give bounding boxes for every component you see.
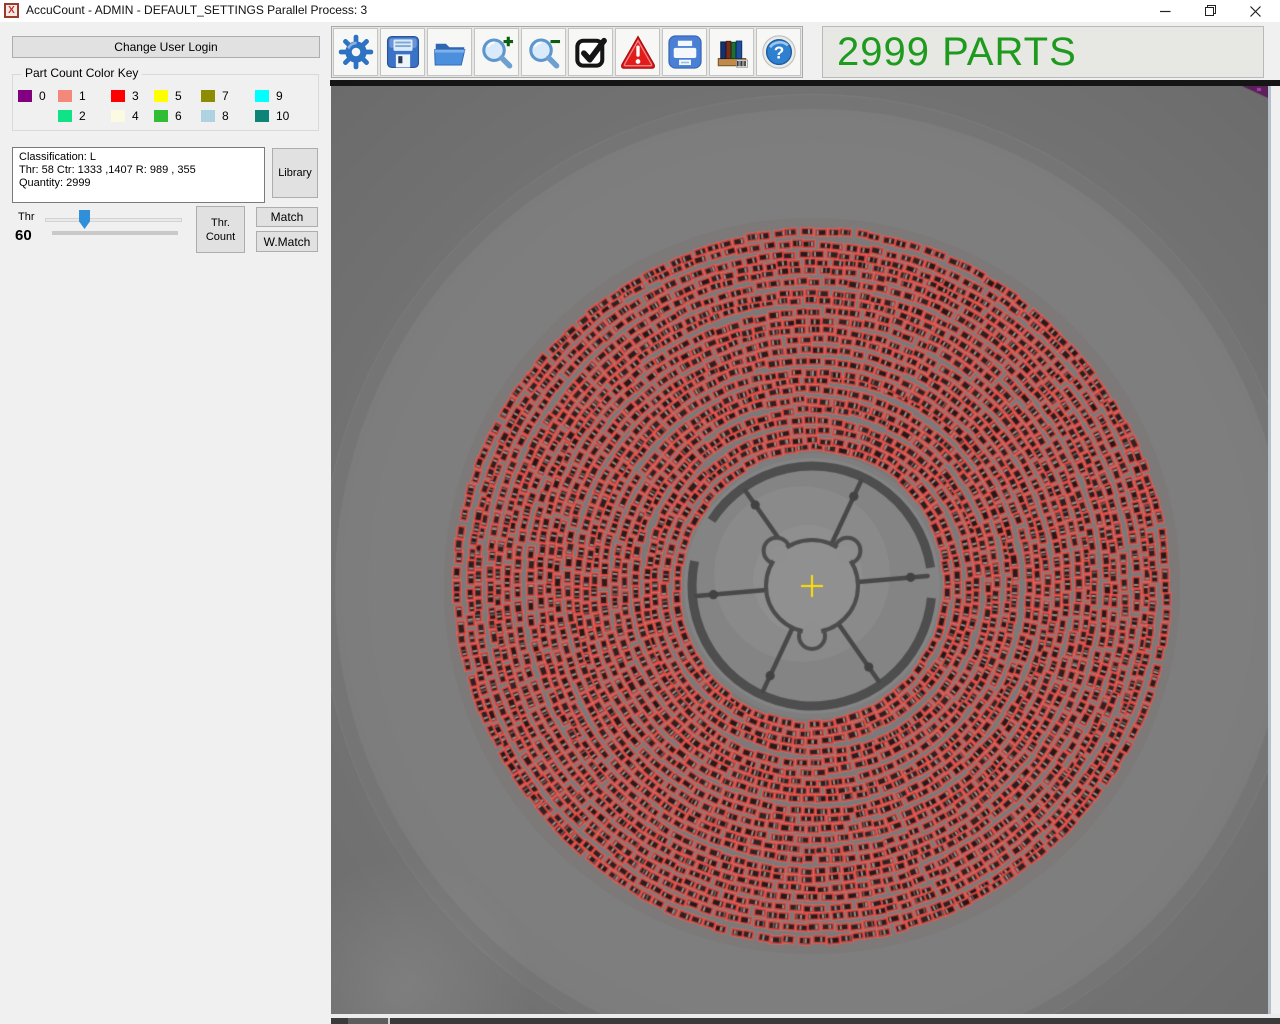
minimize-button[interactable] <box>1143 0 1188 22</box>
help-icon: ? <box>760 33 798 71</box>
thr-count-button[interactable]: Thr. Count <box>196 206 245 253</box>
match-button[interactable]: Match <box>256 207 318 227</box>
color-key-label: 9 <box>276 89 283 103</box>
settings-gear-button[interactable] <box>333 28 378 76</box>
color-swatch-10 <box>255 110 269 122</box>
color-swatch-9 <box>255 90 269 102</box>
svg-text:?: ? <box>773 42 784 62</box>
threshold-value: 60 <box>15 227 32 244</box>
color-swatch-0 <box>18 90 32 102</box>
wmatch-button[interactable]: W.Match <box>256 231 318 252</box>
quantity-line: Quantity: 2999 <box>19 177 91 189</box>
help-button[interactable]: ? <box>756 28 801 76</box>
color-key-label: 1 <box>79 89 86 103</box>
sidebar: Change User Login Part Count Color Key 0… <box>0 22 330 1024</box>
toolbar-icon-strip: ? <box>331 26 803 78</box>
viewer-right-edge <box>1268 86 1271 1014</box>
color-key-grid: 0 1 3 5 7 9 2 4 6 8 10 <box>18 86 313 126</box>
print-button[interactable] <box>662 28 707 76</box>
change-user-login-button[interactable]: Change User Login <box>12 36 320 58</box>
settings-gear-icon <box>337 33 375 71</box>
color-key-label: 10 <box>276 109 290 123</box>
warning-button[interactable] <box>615 28 660 76</box>
color-swatch-5 <box>154 90 168 102</box>
minimize-icon <box>1160 6 1171 17</box>
part-count-color-key-group: Part Count Color Key 0 1 3 5 7 9 2 4 6 8 10 <box>12 66 319 131</box>
warning-icon <box>619 33 657 71</box>
zoom-in-icon <box>478 33 516 71</box>
color-key-label: 3 <box>132 89 139 103</box>
save-button[interactable] <box>380 28 425 76</box>
threshold-slider-thumb[interactable] <box>79 210 91 229</box>
color-key-label: 6 <box>175 109 182 123</box>
restore-icon <box>1204 5 1217 17</box>
zoom-in-button[interactable] <box>474 28 519 76</box>
open-folder-icon <box>431 33 469 71</box>
color-key-title: Part Count Color Key <box>21 66 143 80</box>
print-icon <box>666 33 704 71</box>
color-key-label: 0 <box>39 89 46 103</box>
color-key-label: 8 <box>222 109 229 123</box>
count-check-icon <box>572 33 610 71</box>
app-icon: X <box>4 3 19 18</box>
classification-line: Classification: L <box>19 151 97 163</box>
classification-info-box: Classification: L Thr: 58 Ctr: 1333 ,140… <box>12 147 265 203</box>
threshold-label: Thr <box>18 211 35 223</box>
color-swatch-4 <box>111 110 125 122</box>
parts-count-panel: 2999 PARTS <box>822 26 1264 78</box>
color-swatch-6 <box>154 110 168 122</box>
count-check-button[interactable] <box>568 28 613 76</box>
app-window: X AccuCount - ADMIN - DEFAULT_SETTINGS P… <box>0 0 1280 1024</box>
bottom-bar-segment <box>348 1018 390 1024</box>
close-icon <box>1250 5 1261 17</box>
threshold-secondary-track[interactable] <box>52 231 178 235</box>
color-swatch-8 <box>201 110 215 122</box>
window-title: AccuCount - ADMIN - DEFAULT_SETTINGS Par… <box>26 3 368 17</box>
title-bar: X AccuCount - ADMIN - DEFAULT_SETTINGS P… <box>0 0 1280 22</box>
parts-count-label: 2999 PARTS <box>837 29 1077 74</box>
color-swatch-7 <box>201 90 215 102</box>
color-key-label: 2 <box>79 109 86 123</box>
zoom-out-button[interactable] <box>521 28 566 76</box>
zoom-out-icon <box>525 33 563 71</box>
threshold-center-line: Thr: 58 Ctr: 1333 ,1407 R: 989 , 355 <box>19 164 196 176</box>
color-swatch-1 <box>58 90 72 102</box>
color-swatch-2 <box>58 110 72 122</box>
color-key-label: 7 <box>222 89 229 103</box>
library-books-button[interactable] <box>709 28 754 76</box>
library-books-icon <box>713 33 751 71</box>
close-button[interactable] <box>1233 0 1278 22</box>
window-controls <box>1143 0 1278 22</box>
threshold-slider-track[interactable] <box>45 218 182 222</box>
color-swatch-3 <box>111 90 125 102</box>
open-folder-button[interactable] <box>427 28 472 76</box>
restore-button[interactable] <box>1188 0 1233 22</box>
library-button[interactable]: Library <box>272 148 318 198</box>
color-key-label: 4 <box>132 109 139 123</box>
save-icon <box>384 33 422 71</box>
color-key-label: 5 <box>175 89 182 103</box>
bottom-dark-bar <box>331 1018 1280 1024</box>
toolbar: ? 2999 PARTS <box>330 22 1280 80</box>
reel-image[interactable] <box>331 86 1268 1014</box>
